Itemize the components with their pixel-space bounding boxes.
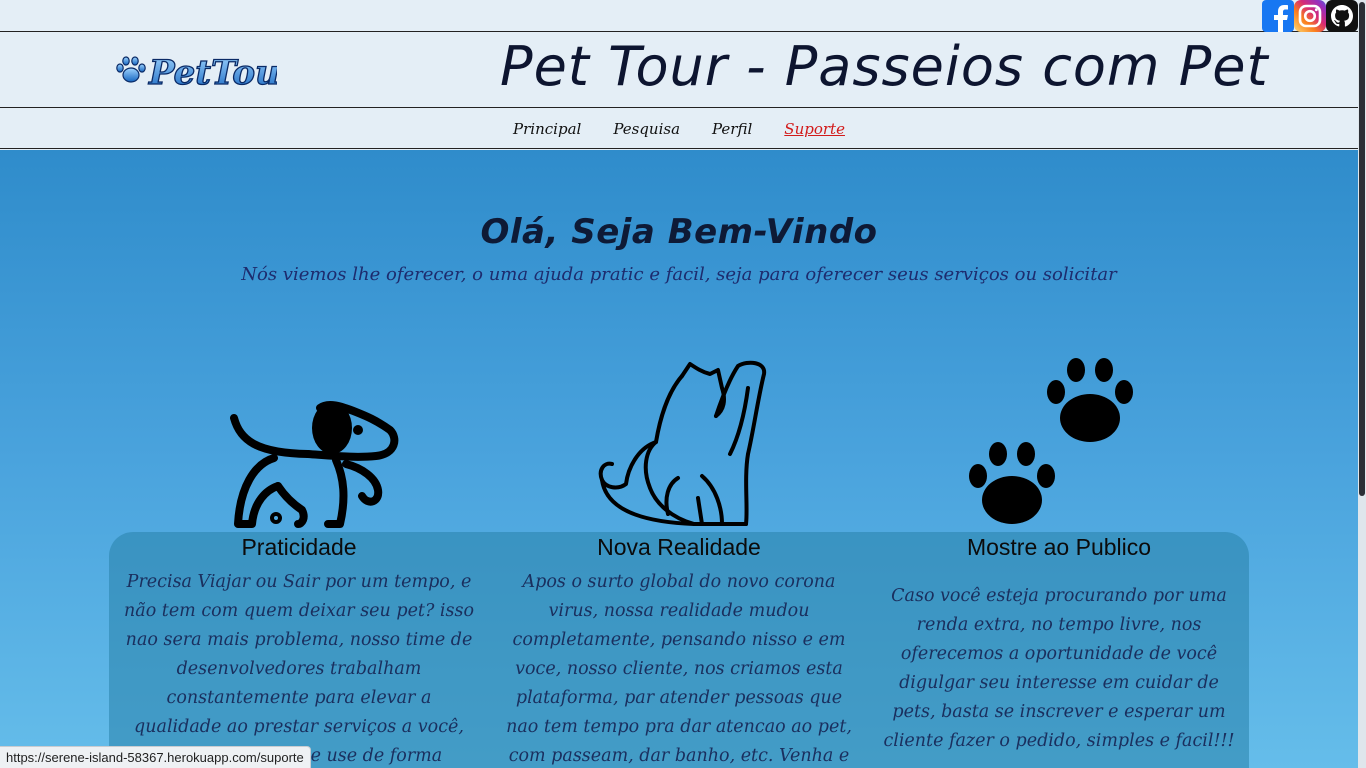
instagram-link[interactable] [1294,0,1326,32]
card-title-mostre-ao-publico: Mostre ao Publico [966,534,1152,560]
status-bar-url: https://serene-island-58367.herokuapp.co… [0,746,311,768]
github-icon [1326,0,1358,32]
pettour-logo[interactable]: PetTour [112,51,300,94]
card-text-mostre-ao-publico: Caso você esteja procurando por uma rend… [883,586,1235,751]
instagram-icon [1294,0,1326,32]
main-nav: Principal Pesquisa Perfil Suporte [0,109,1358,149]
facebook-icon [1262,0,1294,32]
card-title-praticidade: Praticidade [241,534,357,560]
card-text-praticidade: Precisa Viajar ou Sair por um tempo, e n… [123,572,475,766]
paw-prints-icon [969,358,1133,524]
top-social-bar [0,0,1358,32]
scrollbar-thumb[interactable] [1359,2,1365,496]
cat-icon [598,360,767,526]
facebook-link[interactable] [1262,0,1294,32]
nav-item-suporte[interactable]: Suporte [784,120,845,138]
nav-item-perfil[interactable]: Perfil [712,120,752,138]
logo-text: PetTour [148,53,277,91]
main-content: Olá, Seja Bem-Vindo Nós viemos lhe ofere… [0,150,1358,768]
site-title: Pet Tour - Passeios com Pet [500,35,1269,98]
github-link[interactable] [1326,0,1358,32]
card-title-nova-realidade: Nova Realidade [597,534,761,560]
nav-item-pesquisa[interactable]: Pesquisa [613,120,680,138]
site-header: PetTour Pet Tour - Passeios com Pet [0,33,1358,108]
paw-logo-icon: PetTour [116,52,300,94]
card-text-nova-realidade: Apos o surto global do novo corona virus… [506,572,852,766]
nav-item-principal[interactable]: Principal [513,120,581,138]
page-scrollbar[interactable] [1358,0,1366,768]
dog-icon [230,401,399,528]
welcome-subtitle: Nós viemos lhe oferecer, o uma ajuda pra… [241,264,1117,285]
welcome-heading: Olá, Seja Bem-Vindo [480,212,878,252]
